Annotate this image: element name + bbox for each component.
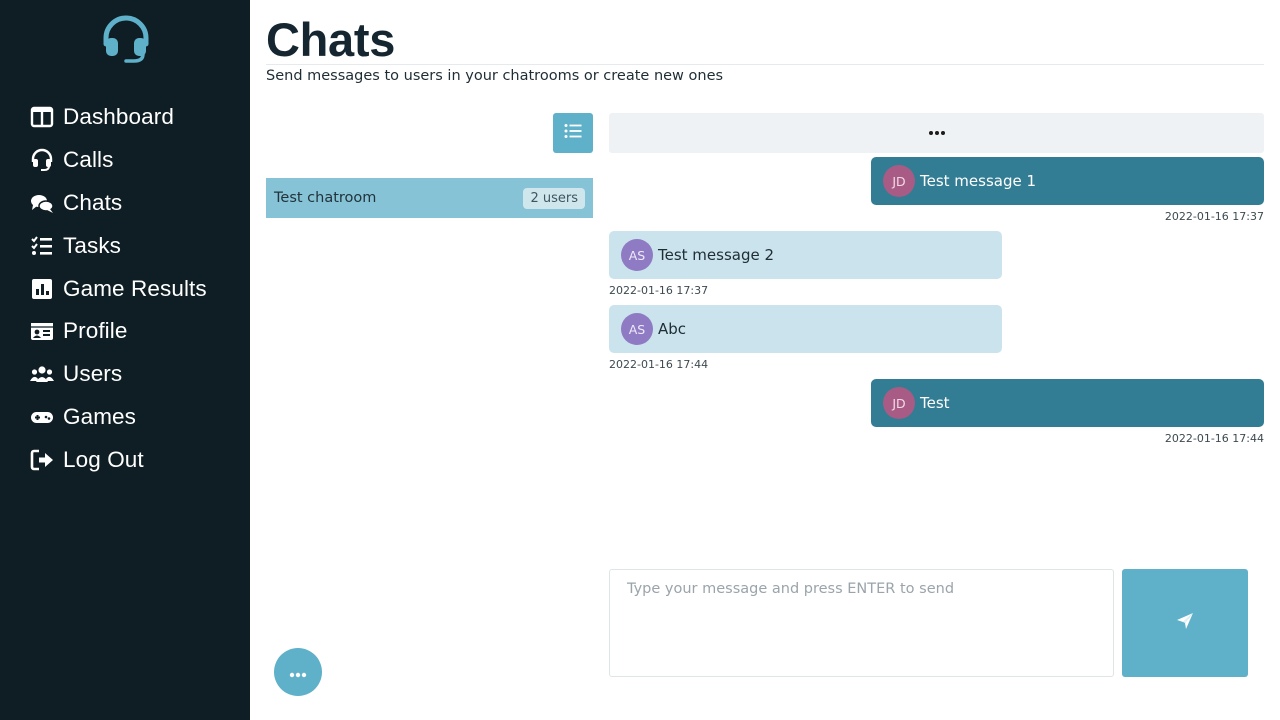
id-card-icon [30,319,54,343]
chatroom-user-count-badge: 2 users [523,187,585,209]
sidebar-item-label: Log Out [63,446,144,472]
headset-logo-icon [100,14,152,66]
avatar: AS [621,239,653,271]
sidebar-item-chats[interactable]: Chats [30,182,207,225]
sidebar-item-label: Calls [63,147,114,173]
sidebar-item-profile[interactable]: Profile [30,310,207,353]
sidebar-item-label: Chats [63,189,123,215]
sidebar-item-games[interactable]: Games [30,396,207,439]
ellipsis-icon [289,663,307,682]
chatroom-name: Test chatroom [274,190,377,206]
chat-message: AS Test message 2 [609,231,1002,279]
message-text: Test message 2 [658,246,775,264]
message-text: Test message 1 [920,172,1037,190]
chatroom-item[interactable]: Test chatroom 2 users [266,178,593,218]
gamepad-icon [30,405,54,429]
avatar: JD [883,165,915,197]
send-button[interactable] [1122,569,1248,677]
list-icon [564,123,582,143]
chart-icon [30,277,54,301]
page-title: Chats [266,13,396,66]
paper-plane-icon [1176,612,1194,634]
avatar: AS [621,313,653,345]
title-divider [266,64,1264,65]
users-icon [30,362,54,386]
ellipsis-icon [928,131,945,135]
sidebar-item-calls[interactable]: Calls [30,139,207,182]
sidebar-item-label: Profile [63,318,128,344]
dashboard-icon [30,105,54,129]
sidebar-item-label: Users [63,361,123,387]
sidebar-nav: Dashboard Calls Chats Tasks Game Results [30,96,207,481]
message-timestamp: 2022-01-16 17:44 [1164,432,1264,445]
chat-message: JD Test message 1 [871,157,1264,205]
chatroom-list-toggle-button[interactable] [553,113,593,153]
sidebar-item-dashboard[interactable]: Dashboard [30,96,207,139]
message-input[interactable] [609,569,1114,677]
comments-icon [30,191,54,215]
message-text: Abc [658,320,687,338]
sidebar-item-label: Dashboard [63,104,174,130]
sidebar-item-game-results[interactable]: Game Results [30,267,207,310]
page-subtitle: Send messages to users in your chatrooms… [266,68,724,84]
message-timestamp: 2022-01-16 17:37 [609,284,709,297]
sidebar-item-logout[interactable]: Log Out [30,438,207,481]
message-text: Test [920,394,950,412]
sidebar-item-tasks[interactable]: Tasks [30,224,207,267]
sidebar-item-label: Games [63,403,137,429]
avatar: JD [883,387,915,419]
chatroom-options-button[interactable] [274,648,322,696]
sidebar-item-label: Tasks [63,232,122,258]
sidebar-item-users[interactable]: Users [30,353,207,396]
message-timestamp: 2022-01-16 17:44 [609,358,709,371]
sidebar-item-label: Game Results [63,275,207,301]
sidebar: Dashboard Calls Chats Tasks Game Results [0,0,250,720]
tasks-icon [30,234,54,258]
chat-options-bar[interactable] [609,113,1264,153]
logout-icon [30,448,54,472]
headset-icon [30,148,54,172]
message-timestamp: 2022-01-16 17:37 [1164,210,1264,223]
chat-message: JD Test [871,379,1264,427]
chat-message: AS Abc [609,305,1002,353]
